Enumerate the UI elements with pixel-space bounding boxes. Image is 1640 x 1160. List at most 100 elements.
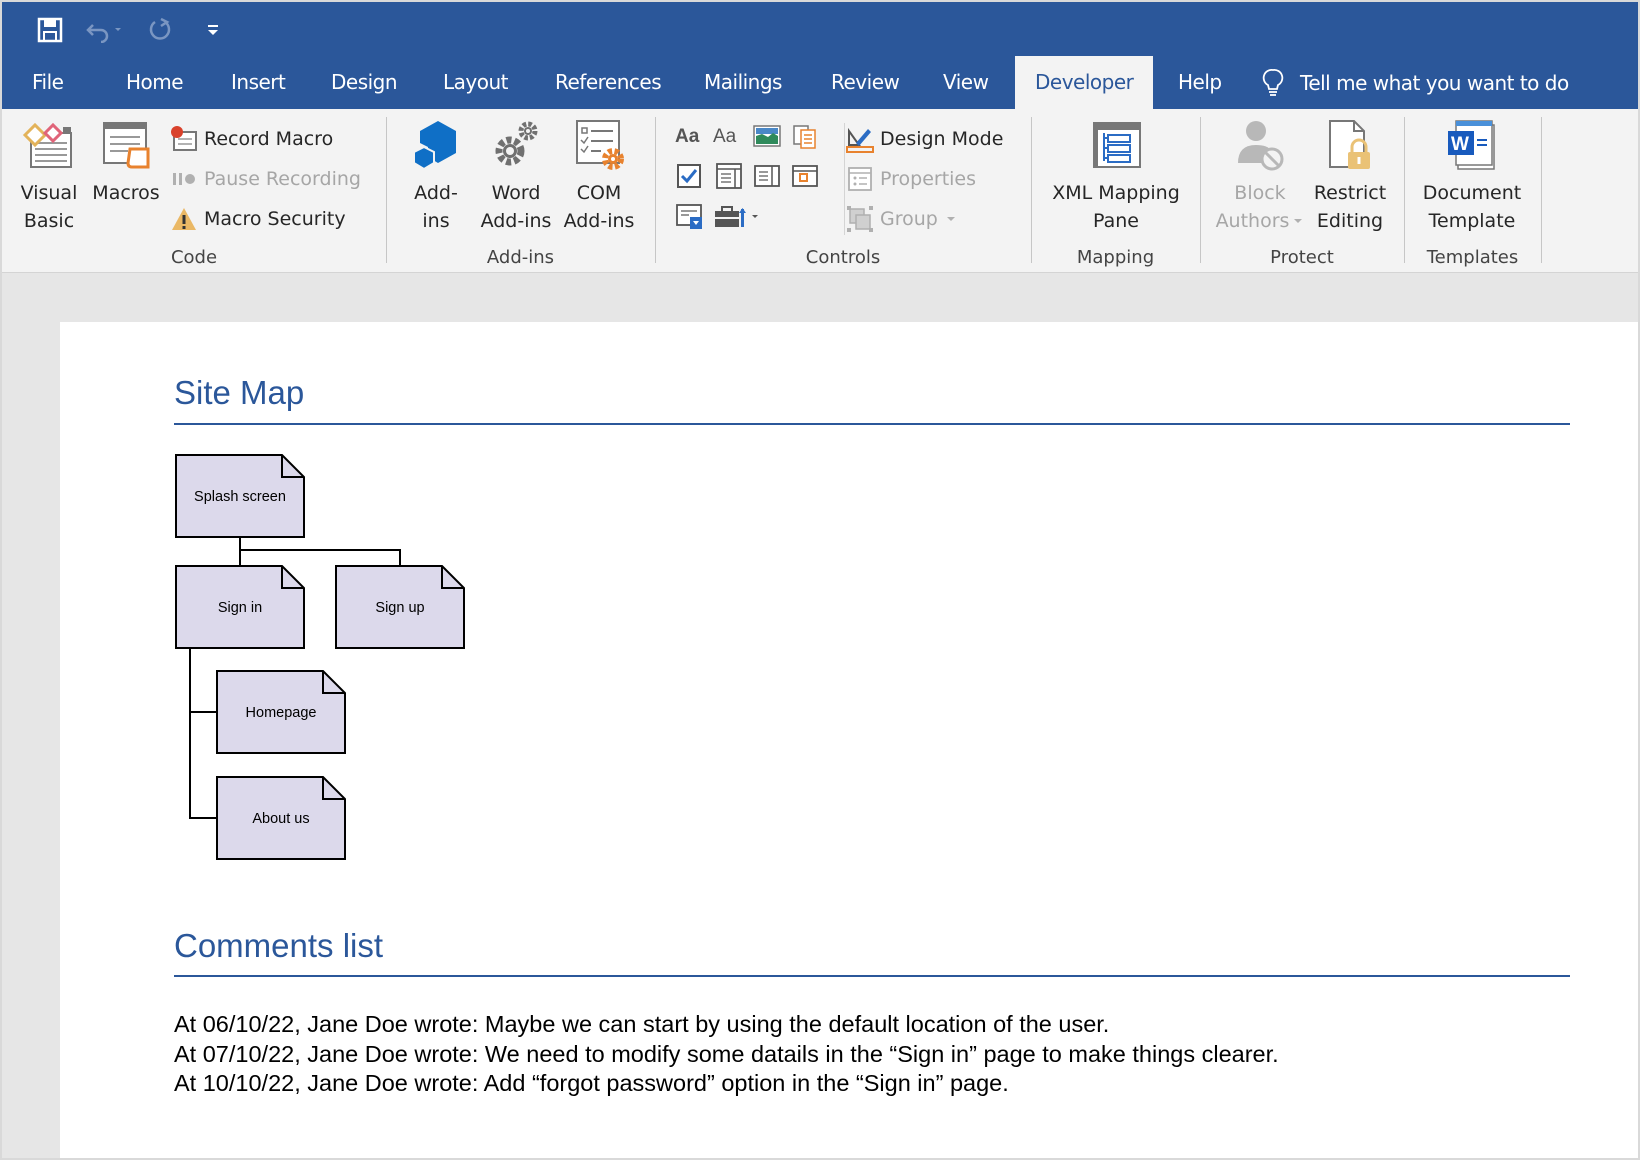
com-addins-button[interactable]: COM Add-ins xyxy=(560,113,638,235)
site-map-diagram: Splash screen Sign in Sign up Homepage About… xyxy=(175,454,465,860)
restrict-editing-icon xyxy=(1329,120,1370,169)
document-page[interactable]: Site Map Splash screen Sign in Sign up Home… xyxy=(60,322,1638,1158)
block-authors-label-1: Block xyxy=(1234,182,1286,204)
group-label-protect: Protect xyxy=(1270,247,1334,268)
rich-text-content-control[interactable]: Aa xyxy=(674,121,704,151)
restrict-editing-button[interactable]: Restrict Editing xyxy=(1308,113,1392,235)
com-addins-label-1: COM xyxy=(576,182,622,204)
addins-button[interactable]: Add- ins xyxy=(406,113,466,235)
pause-recording-label: Pause Recording xyxy=(204,168,361,190)
lightbulb-icon xyxy=(1262,68,1284,96)
tell-me-search[interactable]: Tell me what you want to do xyxy=(1262,56,1569,109)
tab-layout[interactable]: Layout xyxy=(443,56,509,109)
group-separator xyxy=(1200,117,1201,263)
properties-label: Properties xyxy=(880,168,977,190)
group-label-controls: Controls xyxy=(805,247,881,268)
checkbox-icon xyxy=(677,164,701,188)
redo-button[interactable] xyxy=(142,12,178,48)
site-map-node-about[interactable]: About us xyxy=(216,776,346,860)
properties-button[interactable]: Properties xyxy=(846,163,976,195)
xml-mapping-icon xyxy=(1093,122,1141,168)
block-authors-button[interactable]: Block Authors xyxy=(1212,113,1308,235)
connector-signin-homepage xyxy=(189,648,217,713)
block-authors-label-row: Authors xyxy=(1216,207,1305,235)
connector-splash-signup xyxy=(239,537,401,566)
plain-text-content-control[interactable]: Aa xyxy=(712,121,742,151)
save-button[interactable] xyxy=(32,12,68,48)
xml-mapping-label-2: Pane xyxy=(1093,210,1139,232)
controls-inner-separator xyxy=(844,123,845,235)
svg-text:Aa: Aa xyxy=(675,126,700,147)
word-addins-button[interactable]: Word Add-ins xyxy=(476,113,556,235)
group-label-addins: Add-ins xyxy=(486,247,555,268)
word-addins-label-2: Add-ins xyxy=(480,210,552,232)
site-map-node-signin[interactable]: Sign in xyxy=(175,565,305,649)
date-picker-icon xyxy=(792,165,818,187)
site-map-node-homepage[interactable]: Homepage xyxy=(216,670,346,754)
drop-down-list-content-control[interactable] xyxy=(752,161,782,191)
building-block-gallery-control[interactable] xyxy=(790,121,820,151)
tab-design[interactable]: Design xyxy=(331,56,398,109)
svg-text:W: W xyxy=(1451,134,1469,155)
tab-review[interactable]: Review xyxy=(831,56,900,109)
xml-mapping-pane-button[interactable]: XML Mapping Pane xyxy=(1042,113,1190,235)
record-macro-button[interactable]: Record Macro xyxy=(170,123,333,155)
block-authors-label-2: Authors xyxy=(1215,210,1290,232)
group-button[interactable]: Group xyxy=(846,203,958,235)
design-mode-label: Design Mode xyxy=(880,128,1004,150)
repeating-section-content-control[interactable] xyxy=(674,201,704,231)
customize-qat-button[interactable] xyxy=(198,12,228,48)
document-template-label-2: Template xyxy=(1428,210,1516,232)
picture-content-control[interactable] xyxy=(752,121,782,151)
pause-recording-button[interactable]: Pause Recording xyxy=(170,163,361,195)
macro-security-label: Macro Security xyxy=(204,208,346,230)
macros-label: Macros xyxy=(92,182,160,204)
node-label: Sign up xyxy=(375,600,424,616)
tab-mailings[interactable]: Mailings xyxy=(704,56,782,109)
legacy-tools-button[interactable] xyxy=(712,201,762,231)
node-label: Sign in xyxy=(218,600,262,616)
tab-file[interactable]: File xyxy=(32,56,64,109)
node-label: About us xyxy=(252,811,309,827)
tab-insert[interactable]: Insert xyxy=(231,56,286,109)
rich-text-icon: Aa xyxy=(675,126,700,147)
design-mode-button[interactable]: Design Mode xyxy=(846,123,1003,155)
comment-item: At 07/10/22, Jane Doe wrote: We need to … xyxy=(174,1040,1279,1067)
word-document-template-icon: W xyxy=(1448,120,1495,170)
tab-developer[interactable]: Developer xyxy=(1015,56,1154,109)
site-map-node-signup[interactable]: Sign up xyxy=(335,565,465,649)
check-box-content-control[interactable] xyxy=(674,161,704,191)
document-template-label-1: Document xyxy=(1422,182,1522,204)
addins-label-2: ins xyxy=(422,210,450,232)
group-label-code: Code xyxy=(170,247,218,268)
com-addins-icon xyxy=(576,120,624,170)
group-separator xyxy=(655,117,656,263)
visual-basic-button[interactable]: Visual Basic xyxy=(14,113,84,235)
macro-security-button[interactable]: Macro Security xyxy=(170,203,346,235)
tab-references[interactable]: References xyxy=(555,56,662,109)
comment-item: At 10/10/22, Jane Doe wrote: Add “forgot… xyxy=(174,1070,1009,1096)
undo-button[interactable] xyxy=(82,12,128,48)
pause-recording-icon xyxy=(173,173,195,185)
group-label-mapping: Mapping xyxy=(1076,247,1155,268)
combo-box-content-control[interactable] xyxy=(714,161,744,191)
document-template-button[interactable]: W Document Template xyxy=(1414,113,1530,235)
site-map-node-splash[interactable]: Splash screen xyxy=(175,454,305,538)
group-icon xyxy=(847,206,873,232)
visual-basic-icon xyxy=(22,122,72,168)
tab-view[interactable]: View xyxy=(943,56,989,109)
combo-box-icon xyxy=(716,163,742,189)
toolbox-icon xyxy=(715,206,758,227)
word-window: File Home Insert Design Layout Reference… xyxy=(2,2,1638,1158)
date-picker-content-control[interactable] xyxy=(790,161,820,191)
visual-basic-label-1: Visual xyxy=(20,182,78,204)
tab-home[interactable]: Home xyxy=(126,56,184,109)
customize-qat-icon xyxy=(208,25,218,35)
block-authors-icon xyxy=(1238,121,1284,171)
group-separator xyxy=(1541,117,1542,263)
macros-button[interactable]: Macros xyxy=(88,113,164,207)
undo-icon xyxy=(86,24,121,43)
group-label: Group xyxy=(880,208,938,230)
svg-text:Aa: Aa xyxy=(713,126,737,147)
tab-help[interactable]: Help xyxy=(1178,56,1222,109)
